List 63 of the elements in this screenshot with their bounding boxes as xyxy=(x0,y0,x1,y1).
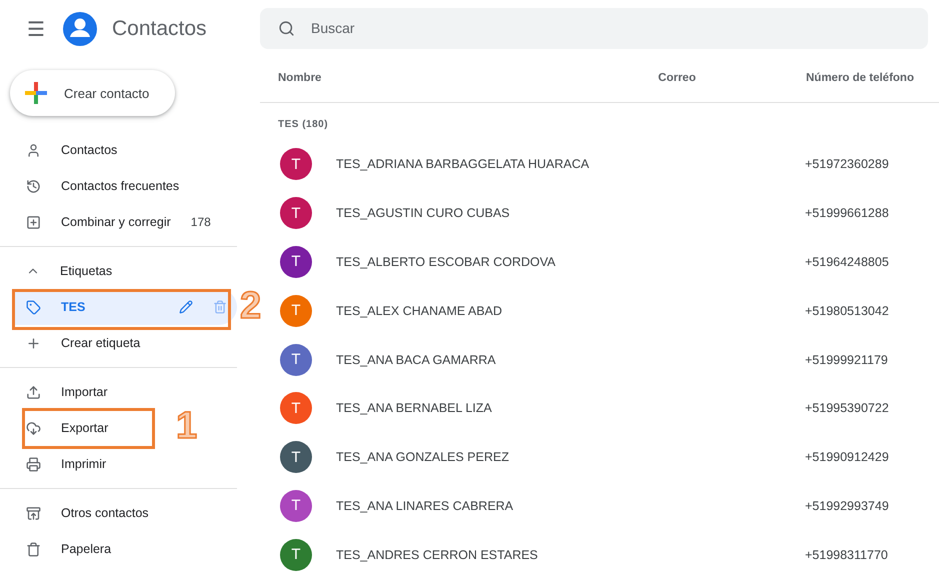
sidebar-item[interactable]: Contactos frecuentes xyxy=(12,168,190,204)
contact-name: TES_ANA GONZALES PEREZ xyxy=(336,450,510,464)
item-count: 178 xyxy=(190,215,211,229)
contact-phone: +51972360289 xyxy=(805,157,890,172)
contact-phone: +51980513042 xyxy=(805,304,890,318)
search-bar[interactable]: Buscar xyxy=(260,8,928,49)
contact-avatar: T xyxy=(280,490,312,522)
contact-avatar: T xyxy=(280,344,312,376)
column-header: Nombre xyxy=(278,72,322,84)
sidebar-item[interactable]: Exportar xyxy=(12,410,118,446)
contact-phone: +51992993749 xyxy=(805,498,890,513)
printer-icon xyxy=(26,456,41,472)
trash-icon xyxy=(26,542,41,556)
contact-avatar: T xyxy=(280,294,312,327)
history-icon xyxy=(26,178,41,194)
archive-icon xyxy=(26,506,41,520)
contact-phone: +51999661288 xyxy=(805,206,890,220)
plus-icon xyxy=(24,81,48,105)
sidebar-item[interactable]: Combinar y corregir 178 xyxy=(12,204,221,240)
contact-phone: +51995390722 xyxy=(805,401,890,416)
contact-name: TES_ANA BACA GAMARRA xyxy=(336,352,497,367)
contact-avatar: T xyxy=(280,538,312,571)
plus-icon xyxy=(26,336,41,350)
contact-avatar: T xyxy=(280,148,312,180)
contact-avatar: T xyxy=(280,197,312,230)
contact-avatar: T xyxy=(280,246,312,278)
labels-heading[interactable]: Etiquetas xyxy=(12,253,122,289)
annotation-number: 1 xyxy=(176,407,198,445)
person-icon xyxy=(26,142,41,158)
column-header: Correo xyxy=(657,72,697,84)
contact-name: TES_ADRIANA BARBAGGELATA HUARACA xyxy=(336,157,590,172)
merge-icon xyxy=(26,214,41,230)
sidebar-item[interactable]: Contactos xyxy=(12,132,128,168)
contact-phone: +51990912429 xyxy=(805,450,890,464)
contact-phone: +51998311770 xyxy=(805,548,889,562)
contacts-logo-icon xyxy=(62,11,98,47)
sidebar-item[interactable]: Imprimir xyxy=(12,446,116,482)
contact-avatar: T xyxy=(280,441,312,474)
sidebar-item[interactable]: Importar xyxy=(12,374,118,410)
contact-name: TES_ALBERTO ESCOBAR CORDOVA xyxy=(336,254,557,269)
menu-button[interactable]: ☰ xyxy=(24,17,48,41)
contact-phone: +51999921179 xyxy=(805,352,889,367)
app-title: Contactos xyxy=(112,17,207,41)
group-label: TES (180) xyxy=(278,118,328,130)
tag-icon xyxy=(26,300,41,314)
contact-name: TES_AGUSTIN CURO CUBAS xyxy=(336,206,511,220)
contact-name: TES_ANDRES CERRON ESTARES xyxy=(336,548,539,562)
contact-name: TES_ALEX CHANAME ABAD xyxy=(336,304,504,318)
edit-icon[interactable] xyxy=(179,300,193,314)
search-field[interactable]: Buscar xyxy=(309,19,928,38)
cloud-download-icon xyxy=(26,420,41,436)
column-header: Número de teléfono xyxy=(806,72,915,84)
upload-icon xyxy=(26,384,41,400)
search-icon xyxy=(278,20,295,37)
sidebar-item[interactable]: Crear etiqueta xyxy=(12,325,150,361)
contact-name: TES_ANA LINARES CABRERA xyxy=(336,498,514,513)
sidebar-item[interactable]: Otros contactos xyxy=(12,495,159,531)
annotation-number: 2 xyxy=(240,287,262,325)
contact-name: TES_ANA BERNABEL LIZA xyxy=(336,401,493,416)
create-contact-button[interactable]: Crear contacto xyxy=(10,70,175,116)
sidebar-item[interactable]: Papelera xyxy=(12,531,122,567)
contact-phone: +51964248805 xyxy=(805,254,890,269)
contact-avatar: T xyxy=(280,392,312,424)
